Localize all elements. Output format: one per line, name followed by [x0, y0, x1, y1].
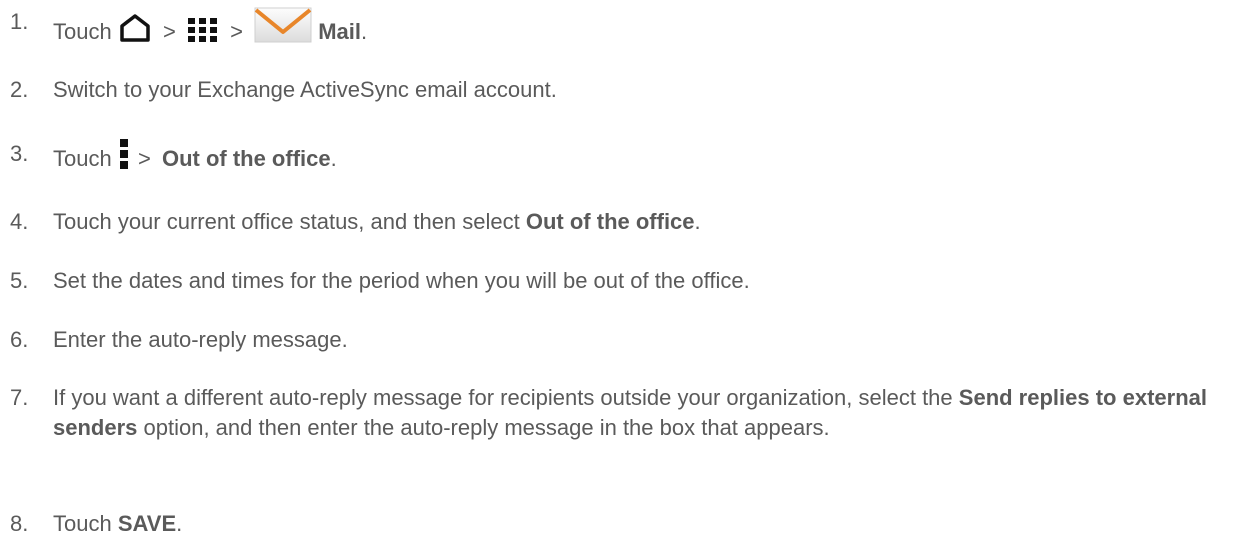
step-text: Touch [53, 19, 112, 44]
step-6: 6. Enter the auto-reply message. [10, 325, 348, 355]
step-punctuation: . [360, 19, 368, 44]
step-number: 6. [10, 327, 29, 352]
step-7: 7. If you want a different auto-reply me… [10, 383, 1213, 443]
step-number: 1. [10, 9, 29, 34]
step-content: Touch > Out of the office. [53, 139, 337, 177]
step-8: 8. Touch SAVE. [10, 509, 182, 539]
step-text: Touch [53, 511, 112, 536]
step-text: If you want a different auto-reply messa… [53, 385, 953, 410]
step-3: 3. Touch > Out of the office. [10, 139, 337, 177]
step-number: 5. [10, 268, 29, 293]
step-bold-text: SAVE [117, 511, 177, 536]
separator: > [162, 19, 176, 44]
step-4: 4. Touch your current office status, and… [10, 207, 701, 237]
home-icon [118, 13, 152, 51]
step-bold-text: Mail [318, 19, 361, 44]
step-number: 2. [10, 77, 29, 102]
step-text: Touch your current office status, and th… [53, 209, 520, 234]
step-text: Set the dates and times for the period w… [53, 268, 750, 293]
step-number: 7. [10, 385, 29, 410]
step-number: 4. [10, 209, 29, 234]
separator: > [137, 146, 151, 171]
separator: > [230, 19, 243, 44]
step-bold-text: Out of the office [525, 209, 695, 234]
step-text: option, and then enter the auto-reply me… [143, 415, 830, 440]
step-bold-text: Out of the office [161, 146, 331, 171]
mail-envelope-icon [254, 7, 312, 51]
overflow-menu-icon [118, 139, 130, 177]
step-number: 3. [10, 141, 29, 166]
step-content: Touch SAVE. [53, 509, 182, 539]
step-content: If you want a different auto-reply messa… [53, 383, 1213, 443]
step-1: 1. Touch > > Mail. [10, 7, 367, 51]
instruction-page: 1. Touch > > Mail. 2. Switch to your Exc… [0, 0, 1250, 550]
step-5: 5. Set the dates and times for the perio… [10, 266, 750, 296]
step-punctuation: . [694, 209, 701, 234]
step-text: Enter the auto-reply message. [53, 327, 348, 352]
step-2: 2. Switch to your Exchange ActiveSync em… [10, 75, 557, 105]
step-number: 8. [10, 511, 29, 536]
step-content: Touch > > Mail. [53, 7, 367, 51]
step-punctuation: . [330, 146, 337, 171]
step-text: Touch [53, 146, 112, 171]
step-content: Touch your current office status, and th… [53, 207, 701, 237]
step-text: Switch to your Exchange ActiveSync email… [53, 77, 557, 102]
apps-grid-icon [187, 17, 219, 51]
step-punctuation: . [176, 511, 183, 536]
